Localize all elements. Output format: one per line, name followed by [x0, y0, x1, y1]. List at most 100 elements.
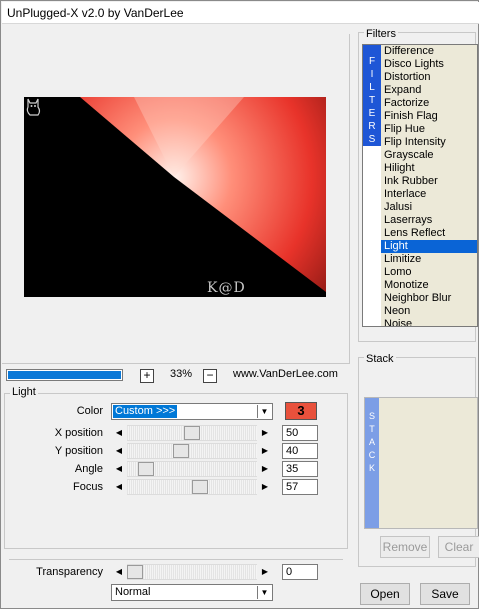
blend-mode-value: Normal [115, 586, 151, 598]
arrow-left-icon[interactable]: ◀ [111, 461, 127, 477]
param-label: Y position [54, 445, 103, 457]
filter-item[interactable]: Neighbor Blur [381, 292, 477, 305]
transparency-label: Transparency [36, 566, 103, 578]
filter-item[interactable]: Distortion [381, 71, 477, 84]
filters-strip-letter: E [368, 108, 376, 119]
param-slider[interactable]: ◀ ▶ [111, 479, 273, 495]
filter-item[interactable]: Laserrays [381, 214, 477, 227]
color-dropdown[interactable]: Custom >>> ▼ [111, 403, 273, 420]
arrow-right-icon[interactable]: ▶ [257, 461, 273, 477]
stack-list[interactable]: STACK [364, 397, 478, 529]
param-value[interactable]: 50 [282, 425, 318, 441]
param-value[interactable]: 40 [282, 443, 318, 459]
filter-item[interactable]: Disco Lights [381, 58, 477, 71]
stack-strip-letter: S [368, 411, 375, 421]
slider-thumb[interactable] [184, 426, 200, 440]
filter-item[interactable]: Neon [381, 305, 477, 318]
transparency-slider[interactable]: ◀ ▶ [111, 564, 273, 580]
filters-strip-letter: F [368, 56, 376, 67]
arrow-right-icon[interactable]: ▶ [257, 443, 273, 459]
filter-item[interactable]: Interlace [381, 188, 477, 201]
chevron-down-icon[interactable]: ▼ [257, 586, 271, 599]
filter-item[interactable]: Ink Rubber [381, 175, 477, 188]
plugin-window: UnPlugged-X v2.0 by VanDerLee K@D + 33% … [0, 0, 479, 609]
watermark-text: K@D [207, 280, 246, 296]
chevron-down-icon[interactable]: ▼ [257, 405, 271, 418]
filter-item[interactable]: Factorize [381, 97, 477, 110]
slider-thumb[interactable] [127, 565, 143, 579]
filter-item[interactable]: Limitize [381, 253, 477, 266]
window-title: UnPlugged-X v2.0 by VanDerLee [7, 6, 184, 20]
clear-button[interactable]: Clear [438, 536, 479, 558]
filters-items[interactable]: Difference Disco Lights Distortion Expand Fa… [381, 45, 477, 326]
cat-logo-icon [26, 98, 41, 116]
arrow-right-icon[interactable]: ▶ [257, 425, 273, 441]
slider-thumb[interactable] [173, 444, 189, 458]
light-rays-graphic [24, 97, 326, 297]
stack-vertical-label: STACK [365, 398, 379, 528]
filters-title: Filters [364, 28, 398, 40]
filter-item[interactable]: Monotize [381, 279, 477, 292]
arrow-right-icon[interactable]: ▶ [257, 479, 273, 495]
filters-list[interactable]: FILTERS Difference Disco Lights Distortion… [362, 44, 478, 327]
filter-item[interactable]: Light [381, 240, 477, 253]
param-value[interactable]: 35 [282, 461, 318, 477]
filter-item[interactable]: Lens Reflect [381, 227, 477, 240]
param-label: Angle [74, 463, 103, 475]
stack-strip-letter: C [368, 450, 376, 460]
progress-bar [6, 369, 123, 381]
blend-mode-dropdown[interactable]: Normal ▼ [111, 584, 273, 601]
param-slider[interactable]: ◀ ▶ [111, 443, 273, 459]
filters-vertical-label: FILTERS [363, 45, 381, 146]
filter-item[interactable]: Lomo [381, 266, 477, 279]
color-swatch[interactable]: 3 [285, 402, 317, 420]
filter-item[interactable]: Difference [381, 45, 477, 58]
stack-strip-letter: K [368, 463, 375, 473]
param-label: X position [54, 427, 103, 439]
param-label: Focus [73, 481, 103, 493]
filter-item[interactable]: Hilight [381, 162, 477, 175]
light-group-title: Light [10, 386, 38, 398]
slider-thumb[interactable] [138, 462, 154, 476]
stack-strip-letter: T [369, 424, 375, 434]
filter-item[interactable]: Finish Flag [381, 110, 477, 123]
progress-fill [8, 371, 121, 379]
arrow-left-icon[interactable]: ◀ [111, 443, 127, 459]
transparency-value[interactable]: 0 [282, 564, 318, 580]
filters-strip-letter: R [368, 121, 376, 132]
arrow-right-icon[interactable]: ▶ [257, 564, 273, 580]
zoom-level: 33% [169, 368, 193, 380]
filter-item[interactable]: Flip Intensity [381, 136, 477, 149]
color-dropdown-value: Custom >>> [113, 405, 178, 418]
color-label: Color [76, 405, 103, 417]
filter-item[interactable]: Grayscale [381, 149, 477, 162]
remove-button[interactable]: Remove [380, 536, 430, 558]
filters-strip-letter: S [368, 134, 376, 145]
separator [9, 559, 343, 560]
arrow-left-icon[interactable]: ◀ [111, 564, 127, 580]
param-value[interactable]: 57 [282, 479, 318, 495]
filter-item[interactable]: Expand [381, 84, 477, 97]
zoom-out-button[interactable]: − [203, 369, 217, 383]
open-button[interactable]: Open [360, 583, 410, 605]
save-button[interactable]: Save [420, 583, 470, 605]
slider-track[interactable] [111, 461, 273, 477]
slider-thumb[interactable] [192, 480, 208, 494]
website-link[interactable]: www.VanDerLee.com [233, 368, 338, 380]
stack-title: Stack [364, 353, 396, 365]
filters-strip-letter: T [368, 95, 376, 106]
preview-image[interactable]: K@D [24, 97, 326, 297]
slider-track[interactable] [111, 443, 273, 459]
filter-item[interactable]: Noise [381, 318, 477, 326]
filter-item[interactable]: Flip Hue [381, 123, 477, 136]
arrow-left-icon[interactable]: ◀ [111, 479, 127, 495]
filters-strip-letter: I [370, 69, 374, 80]
arrow-left-icon[interactable]: ◀ [111, 425, 127, 441]
param-slider[interactable]: ◀ ▶ [111, 461, 273, 477]
filters-strip-letter: L [369, 82, 375, 93]
zoom-in-button[interactable]: + [140, 369, 154, 383]
title-bar: UnPlugged-X v2.0 by VanDerLee [2, 2, 479, 24]
param-slider[interactable]: ◀ ▶ [111, 425, 273, 441]
stack-strip-letter: A [368, 437, 375, 447]
filter-item[interactable]: Jalusi [381, 201, 477, 214]
